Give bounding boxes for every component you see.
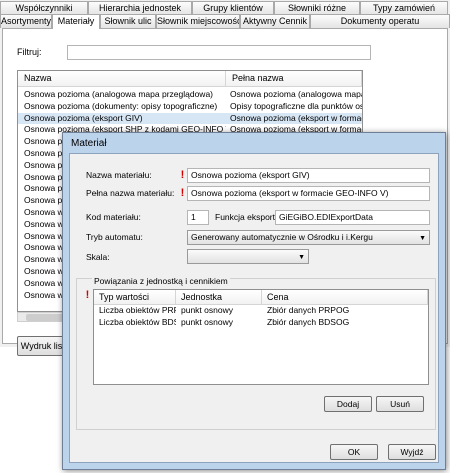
tab-grupy-klientow[interactable]: Grupy klientów xyxy=(192,1,274,15)
funkcja-eksportu-label: Funkcja eksportu: xyxy=(215,212,283,222)
jednostka-cell: punkt osnowy xyxy=(181,305,233,315)
tryb-automatu-select[interactable]: Generowany automatycznie w Ośrodku i i.K… xyxy=(187,230,430,245)
tab-hierarchia-jednostek[interactable]: Hierarchia jednostek xyxy=(88,1,192,15)
skala-label: Skala: xyxy=(86,252,110,262)
funkcja-eksportu-input[interactable]: GiEGiBO.EDIExportData xyxy=(275,210,430,225)
column-header-cena[interactable]: Cena xyxy=(262,290,428,304)
skala-select[interactable]: ▼ xyxy=(187,249,309,264)
powiazania-table-rows: Liczba obiektów PRP... punkt osnowy Zbiór … xyxy=(94,305,428,328)
kod-input[interactable]: 1 xyxy=(187,210,209,225)
tab-slownik-ulic[interactable]: Słownik ulic xyxy=(100,14,156,28)
kod-label: Kod materiału: xyxy=(86,212,141,222)
tab-wspolczynniki[interactable]: Współczynniki xyxy=(0,1,88,15)
exit-button[interactable]: Wyjdź xyxy=(388,444,436,460)
list-item-nazwa: Osnowa pozioma (dokumenty: opisy topogra… xyxy=(24,100,218,111)
column-header-typ-wartosci[interactable]: Typ wartości xyxy=(94,290,176,304)
material-dialog: Materiał Nazwa materiału: ! Osnowa pozio… xyxy=(62,132,446,470)
chevron-down-icon: ▼ xyxy=(298,254,305,261)
tab-slowniki-rozne[interactable]: Słowniki różne xyxy=(274,1,360,15)
typ-wartosci-cell: Liczba obiektów BDS... xyxy=(99,316,176,327)
required-icon: ! xyxy=(85,289,90,301)
chevron-down-icon: ▼ xyxy=(419,235,426,242)
delete-button[interactable]: Usuń xyxy=(376,396,424,412)
tab-slownik-miejscowosci[interactable]: Słownik miejscowości xyxy=(156,14,240,28)
table-row[interactable]: Liczba obiektów PRP... punkt osnowy Zbiór … xyxy=(94,305,428,317)
powiazania-table[interactable]: Typ wartości Jednostka Cena Liczba obiek… xyxy=(93,289,429,385)
tab-typy-zamowien[interactable]: Typy zamówień xyxy=(360,1,448,15)
dialog-title: Materiał xyxy=(71,138,107,149)
list-item-nazwa: Osnowa pozioma (eksport GIV) xyxy=(24,112,143,123)
tab-dokumenty-operatu[interactable]: Dokumenty operatu xyxy=(310,14,450,28)
list-item[interactable]: Osnowa pozioma (eksport GIV) Osnowa pozio… xyxy=(18,112,362,125)
column-header-jednostka[interactable]: Jednostka xyxy=(176,290,262,304)
nazwa-input[interactable]: Osnowa pozioma (eksport GIV) xyxy=(187,168,430,183)
required-icon: ! xyxy=(180,169,185,181)
nazwa-label: Nazwa materiału: xyxy=(86,170,152,180)
list-item[interactable]: Osnowa pozioma (dokumenty: opisy topogra… xyxy=(18,101,362,113)
jednostka-cell: punkt osnowy xyxy=(181,316,233,327)
list-item-pelna-nazwa: Osnowa pozioma (eksport w formacie xyxy=(230,112,362,123)
pelna-nazwa-label: Pełna nazwa materiału: xyxy=(86,188,175,198)
table-row[interactable]: Liczba obiektów BDS... punkt osnowy Zbiór … xyxy=(94,317,428,329)
filter-input[interactable] xyxy=(67,45,371,60)
column-header-nazwa[interactable]: Nazwa xyxy=(18,71,226,86)
tab-materialy[interactable]: Materiały xyxy=(52,14,100,29)
add-button[interactable]: Dodaj xyxy=(324,396,372,412)
typ-wartosci-cell: Liczba obiektów PRP... xyxy=(99,305,176,315)
dialog-body: Nazwa materiału: ! Osnowa pozioma (ekspo… xyxy=(69,153,439,463)
tab-aktywny-cennik[interactable]: Aktywny Cennik xyxy=(240,14,310,28)
powiazania-table-header: Typ wartości Jednostka Cena xyxy=(94,290,428,305)
materials-list-header: Nazwa Pełna nazwa xyxy=(18,71,362,87)
tab-row-2: Asortymenty Materiały Słownik ulic Słown… xyxy=(0,14,450,29)
list-item-pelna-nazwa: Opisy topograficzne dla punktów osn. xyxy=(230,100,362,111)
tab-row-1: Współczynniki Hierarchia jednostek Grupy… xyxy=(0,1,448,15)
column-header-pelna-nazwa[interactable]: Pełna nazwa xyxy=(226,71,362,86)
required-icon: ! xyxy=(180,187,185,199)
ok-button[interactable]: OK xyxy=(330,444,378,460)
tryb-automatu-value: Generowany automatycznie w Ośrodku i i.K… xyxy=(191,232,373,242)
list-item-pelna-nazwa: Osnowa pozioma (analogowa mapa p xyxy=(230,89,362,99)
pelna-nazwa-input[interactable]: Osnowa pozioma (eksport w formacie GEO-I… xyxy=(187,186,430,201)
tryb-automatu-label: Tryb automatu: xyxy=(86,232,143,242)
cena-cell: Zbiór danych BDSOG xyxy=(267,316,350,327)
powiazania-group-title: Powiązania z jednostką i cennikiem xyxy=(92,276,230,286)
filter-label: Filtruj: xyxy=(17,47,42,57)
list-item-nazwa: Osnowa pozioma (analogowa mapa przeglądo… xyxy=(24,89,213,99)
list-item[interactable]: Osnowa pozioma (analogowa mapa przeglądo… xyxy=(18,89,362,101)
cena-cell: Zbiór danych PRPOG xyxy=(267,305,350,315)
tab-asortymenty[interactable]: Asortymenty xyxy=(0,14,52,28)
